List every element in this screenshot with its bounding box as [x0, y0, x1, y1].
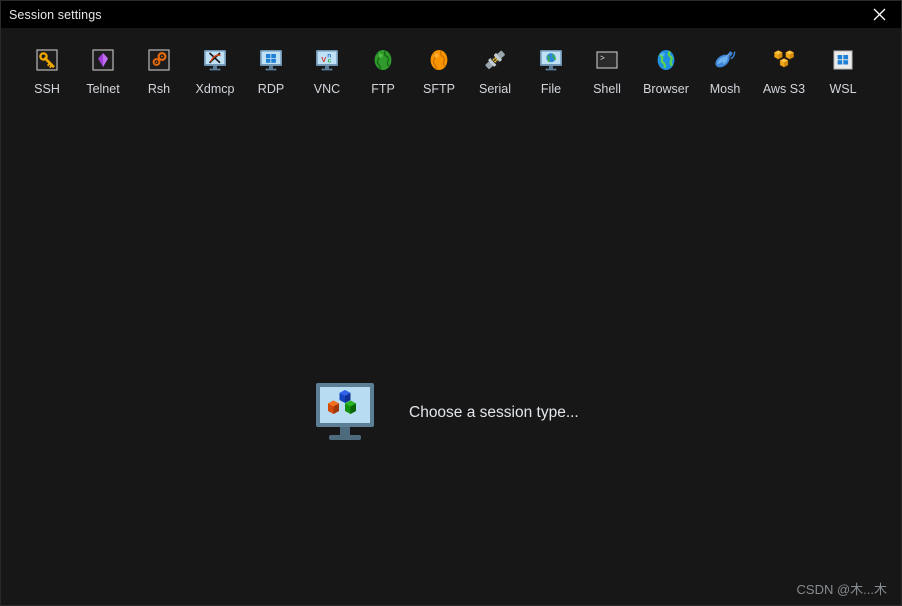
session-type-label: Serial [479, 82, 511, 96]
close-icon[interactable] [857, 1, 901, 28]
session-type-aws-s3[interactable]: Aws S3 [753, 42, 815, 96]
session-type-sftp[interactable]: SFTP [411, 42, 467, 96]
session-settings-dialog: Session settings SSH Telnet Rsh Xdmcp RD… [0, 0, 902, 606]
window-title: Session settings [9, 7, 102, 22]
session-type-label: Xdmcp [195, 82, 235, 96]
session-type-label: SFTP [423, 82, 455, 96]
windows-monitor-icon [255, 44, 287, 76]
session-type-label: VNC [313, 82, 341, 96]
svg-text:c: c [328, 58, 332, 65]
session-type-label: File [540, 82, 562, 96]
session-type-rsh[interactable]: Rsh [131, 42, 187, 96]
titlebar: Session settings [1, 1, 901, 28]
session-type-mosh[interactable]: Mosh [697, 42, 753, 96]
session-type-serial[interactable]: Serial [467, 42, 523, 96]
x-monitor-icon [199, 44, 231, 76]
file-monitor-icon [535, 44, 567, 76]
vnc-monitor-icon: V n c [311, 44, 343, 76]
session-type-ssh[interactable]: SSH [19, 42, 75, 96]
session-type-label: Browser [643, 82, 689, 96]
aws-cubes-icon [768, 44, 800, 76]
session-type-label: WSL [829, 82, 857, 96]
windows-logo-icon [827, 44, 859, 76]
dialog-content: Choose a session type... OK Cancel CSDN … [1, 96, 901, 605]
session-type-vnc[interactable]: V n c VNC [299, 42, 355, 96]
session-type-telnet[interactable]: Telnet [75, 42, 131, 96]
svg-text:V: V [321, 55, 326, 64]
session-type-ftp[interactable]: FTP [355, 42, 411, 96]
session-type-label: SSH [34, 82, 60, 96]
svg-text:>: > [600, 55, 605, 64]
purple-gem-icon [87, 44, 119, 76]
orange-gears-icon [143, 44, 175, 76]
monitor-cubes-icon [314, 381, 376, 445]
session-type-shell[interactable]: > Shell [579, 42, 635, 96]
session-type-label: Aws S3 [762, 82, 806, 96]
blue-globe-icon [650, 44, 682, 76]
empty-state: Choose a session type... [314, 381, 579, 445]
terminal-prompt-icon: > [591, 44, 623, 76]
session-type-label: Mosh [709, 82, 741, 96]
session-type-label: Shell [593, 82, 621, 96]
green-globe-icon [367, 44, 399, 76]
session-type-file[interactable]: File [523, 42, 579, 96]
orange-globe-icon [423, 44, 455, 76]
session-type-label: FTP [371, 82, 395, 96]
session-type-label: Telnet [86, 82, 120, 96]
session-type-rdp[interactable]: RDP [243, 42, 299, 96]
empty-state-message: Choose a session type... [409, 404, 579, 421]
session-type-browser[interactable]: Browser [635, 42, 697, 96]
session-type-toolbar: SSH Telnet Rsh Xdmcp RDP V n c VNC FTP S… [1, 28, 901, 96]
session-type-label: Rsh [147, 82, 171, 96]
session-type-wsl[interactable]: WSL [815, 42, 871, 96]
serial-connector-icon [479, 44, 511, 76]
satellite-dish-icon [709, 44, 741, 76]
session-type-label: RDP [257, 82, 285, 96]
session-type-xdmcp[interactable]: Xdmcp [187, 42, 243, 96]
watermark: CSDN @木...木 [796, 582, 887, 597]
key-icon [31, 44, 63, 76]
